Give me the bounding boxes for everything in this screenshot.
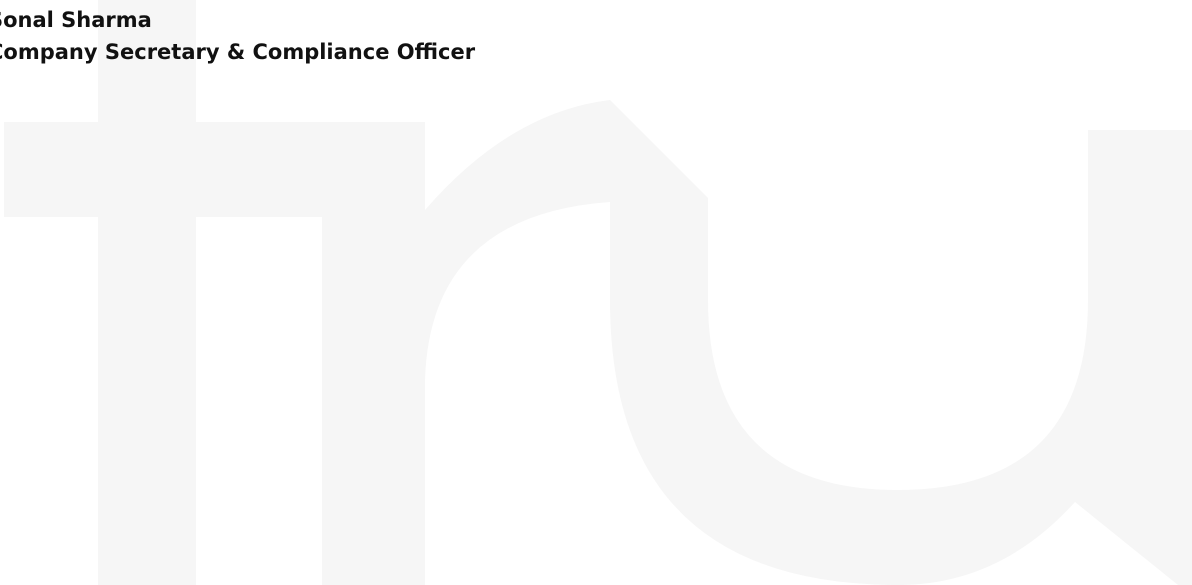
watermark-r-shoulder (322, 100, 610, 585)
tru-logo-watermark-icon (4, 0, 1192, 585)
watermark-u (610, 100, 1192, 585)
watermark-t-stem (98, 0, 196, 585)
watermark-t-bar (4, 122, 322, 217)
signatory-block: Sonal Sharma Company Secretary & Complia… (0, 4, 475, 68)
signatory-title: Company Secretary & Compliance Officer (0, 40, 476, 64)
watermark-shapes (4, 0, 1192, 585)
signatory-name: Sonal Sharma (0, 8, 152, 32)
document-page: Sonal Sharma Company Secretary & Complia… (0, 0, 1192, 585)
